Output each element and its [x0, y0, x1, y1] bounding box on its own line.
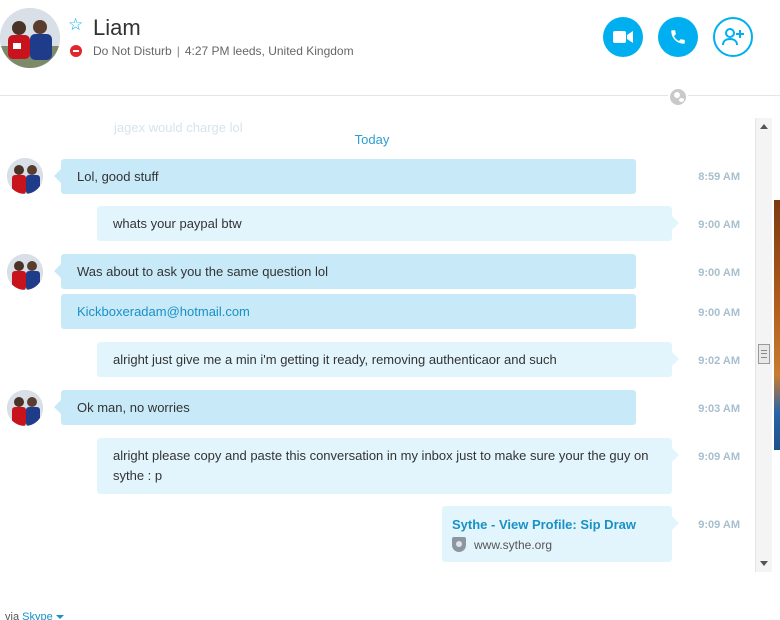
- status-separator: |: [176, 44, 180, 58]
- site-shield-icon: [452, 537, 466, 552]
- link-preview-domain: www.sythe.org: [474, 537, 553, 552]
- incoming-message: Ok man, no worries: [54, 390, 636, 425]
- status-text: Do Not Disturb: [93, 44, 172, 58]
- incoming-message: Was about to ask you the same question l…: [54, 254, 636, 289]
- message-time: 9:02 AM: [698, 355, 740, 367]
- contact-status-row: Do Not Disturb | 4:27 PM leeds, United K…: [70, 44, 354, 58]
- background-window-edge: [774, 200, 780, 450]
- message-text: Was about to ask you the same question l…: [77, 264, 328, 279]
- link-preview-title[interactable]: Sythe - View Profile: Sip Draw: [452, 515, 662, 535]
- globe-icon[interactable]: [668, 87, 688, 107]
- link-preview-card[interactable]: Sythe - View Profile: Sip Draw www.sythe…: [442, 506, 679, 562]
- sender-photo: [7, 390, 43, 426]
- message-text: alright just give me a min i'm getting i…: [113, 352, 557, 367]
- favorite-star-icon[interactable]: ☆: [68, 16, 83, 33]
- message-time: 8:59 AM: [698, 171, 740, 183]
- message-text: Ok man, no worries: [77, 400, 190, 415]
- sender-photo: [7, 158, 43, 194]
- message-text: Lol, good stuff: [77, 169, 159, 184]
- sender-avatar[interactable]: [7, 158, 43, 194]
- local-time-location: 4:27 PM leeds, United Kingdom: [184, 44, 354, 58]
- scroll-down-arrow-icon[interactable]: [760, 561, 768, 566]
- service-name: Skype: [22, 611, 53, 620]
- incoming-message: Lol, good stuff: [54, 159, 636, 194]
- incoming-message: Kickboxeradam@hotmail.com: [61, 294, 636, 329]
- sender-avatar[interactable]: [7, 390, 43, 426]
- link-preview-domain-row: www.sythe.org: [452, 537, 662, 552]
- message-time: 9:00 AM: [698, 267, 740, 279]
- chat-scrollbar[interactable]: [755, 118, 772, 572]
- outgoing-message: alright just give me a min i'm getting i…: [97, 342, 679, 377]
- faded-previous-message: jagex would charge lol: [114, 120, 243, 135]
- phone-icon: [671, 30, 685, 44]
- outgoing-message: whats your paypal btw: [97, 206, 679, 241]
- contact-photo: [0, 8, 60, 68]
- add-people-button[interactable]: [713, 17, 753, 57]
- via-label: via: [5, 611, 20, 620]
- message-text: alright please copy and paste this conve…: [113, 448, 649, 483]
- conversation-header: ☆ Liam Do Not Disturb | 4:27 PM leeds, U…: [0, 0, 780, 96]
- chevron-down-icon: [55, 615, 64, 620]
- video-call-button[interactable]: [603, 17, 643, 57]
- add-person-icon: [722, 28, 744, 46]
- date-separator: Today: [354, 132, 390, 147]
- do-not-disturb-icon: [70, 45, 82, 57]
- message-time: 9:00 AM: [698, 219, 740, 231]
- via-service-footer: via Skype: [5, 611, 64, 620]
- message-time: 9:09 AM: [698, 451, 740, 463]
- message-time: 9:09 AM: [698, 519, 740, 531]
- email-link[interactable]: Kickboxeradam@hotmail.com: [77, 304, 250, 319]
- contact-avatar[interactable]: [0, 8, 60, 68]
- scrollbar-thumb[interactable]: [758, 344, 770, 364]
- service-selector[interactable]: Skype: [22, 611, 64, 620]
- sender-photo: [7, 254, 43, 290]
- message-time: 9:00 AM: [698, 307, 740, 319]
- outgoing-message: alright please copy and paste this conve…: [97, 438, 679, 494]
- video-camera-icon: [613, 31, 633, 43]
- voice-call-button[interactable]: [658, 17, 698, 57]
- message-time: 9:03 AM: [698, 403, 740, 415]
- contact-name: Liam: [93, 15, 141, 40]
- sender-avatar[interactable]: [7, 254, 43, 290]
- scroll-up-arrow-icon[interactable]: [760, 124, 768, 129]
- message-text: whats your paypal btw: [113, 216, 242, 231]
